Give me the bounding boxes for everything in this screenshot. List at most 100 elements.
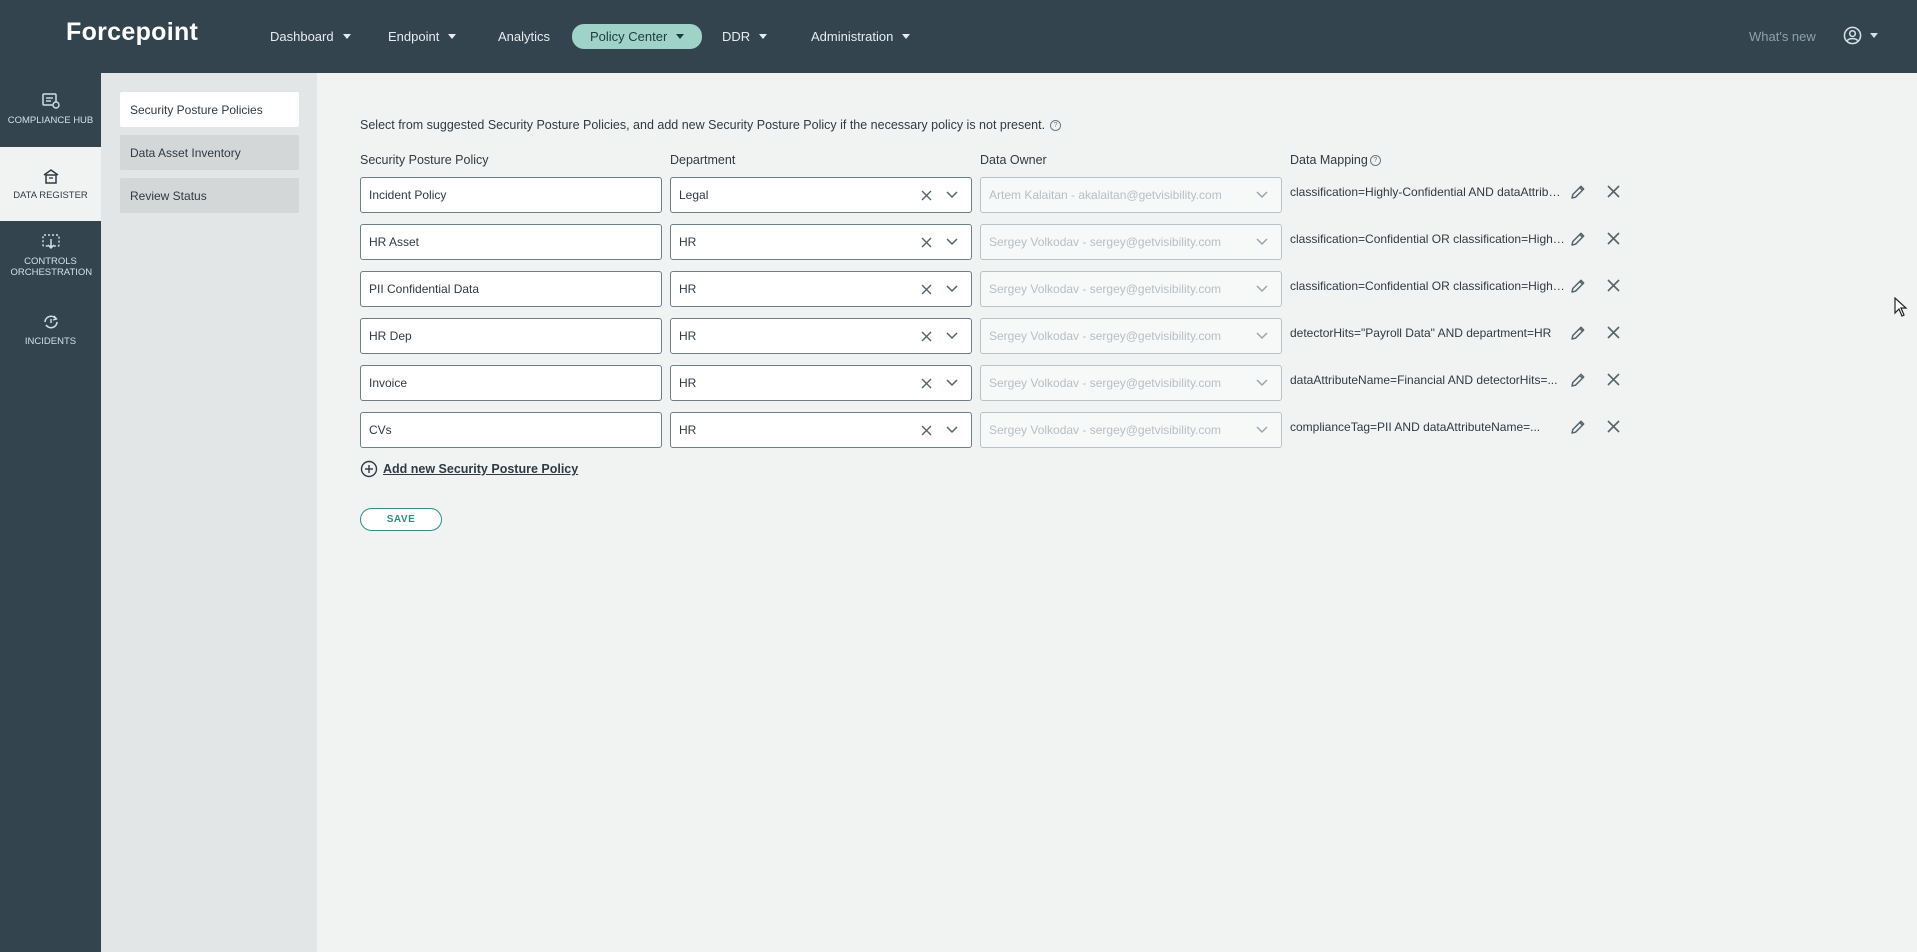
data-owner-value: Sergey Volkodav - sergey@getvisibility.c… (989, 376, 1222, 390)
add-new-policy-label: Add new Security Posture Policy (383, 462, 579, 476)
policy-name-input[interactable]: PII Confidential Data (360, 271, 662, 307)
subnav-security-posture-policies[interactable]: Security Posture Policies (120, 92, 299, 127)
rail-controls-orchestration[interactable]: CONTROLS ORCHESTRATION (0, 233, 101, 293)
delete-x-icon[interactable] (1606, 419, 1622, 435)
data-owner-select[interactable]: Sergey Volkodav - sergey@getvisibility.c… (980, 271, 1282, 307)
rail-incidents[interactable]: INCIDENTS (0, 313, 101, 358)
department-select[interactable]: HR (670, 318, 972, 354)
subnav-data-asset-inventory[interactable]: Data Asset Inventory (120, 135, 299, 170)
data-owner-value: Sergey Volkodav - sergey@getvisibility.c… (989, 282, 1222, 296)
data-owner-select[interactable]: Artem Kalaitan - akalaitan@getvisibility… (980, 177, 1282, 213)
compliance-hub-icon (41, 93, 60, 109)
department-value: HR (679, 282, 697, 296)
chevron-down-icon[interactable] (1255, 329, 1269, 343)
policy-name-input[interactable]: Invoice (360, 365, 662, 401)
data-mapping-value: classification=Confidential OR classific… (1290, 279, 1565, 293)
clear-icon[interactable] (919, 329, 933, 343)
chevron-down-icon[interactable] (1255, 282, 1269, 296)
nav-endpoint-label: Endpoint (388, 29, 440, 44)
data-owner-value: Sergey Volkodav - sergey@getvisibility.c… (989, 235, 1222, 249)
department-select[interactable]: HR (670, 224, 972, 260)
mouse-pointer-icon (1894, 297, 1908, 317)
chevron-down-icon[interactable] (1255, 376, 1269, 390)
save-button[interactable]: SAVE (360, 508, 442, 531)
policy-name-input[interactable]: Incident Policy (360, 177, 662, 213)
policy-name-value: HR Asset (369, 235, 420, 249)
chevron-down-icon[interactable] (945, 376, 959, 390)
rail-controls-orchestration-label: CONTROLS ORCHESTRATION (10, 256, 93, 278)
department-select[interactable]: Legal (670, 177, 972, 213)
department-value: HR (679, 376, 697, 390)
sub-sidebar: Security Posture Policies Data Asset Inv… (101, 73, 317, 952)
department-select[interactable]: HR (670, 365, 972, 401)
main-content: Select from suggested Security Posture P… (317, 73, 1917, 952)
delete-x-icon[interactable] (1606, 325, 1622, 341)
chevron-down-icon[interactable] (1255, 188, 1269, 202)
rail-data-register[interactable]: DATA REGISTER (0, 147, 101, 221)
nav-ddr[interactable]: DDR (722, 24, 768, 49)
clear-icon[interactable] (919, 188, 933, 202)
policy-name-input[interactable]: CVs (360, 412, 662, 448)
chevron-down-icon[interactable] (945, 329, 959, 343)
incidents-icon (43, 315, 58, 329)
table-row: Invoice HR Sergey Volkodav - sergey@getvis… (360, 365, 1660, 401)
delete-x-icon[interactable] (1606, 184, 1622, 200)
department-select[interactable]: HR (670, 271, 972, 307)
clear-icon[interactable] (919, 423, 933, 437)
delete-x-icon[interactable] (1606, 231, 1622, 247)
caret-down-icon (1870, 33, 1878, 38)
rail-compliance-hub-label: COMPLIANCE HUB (7, 115, 94, 126)
rail-compliance-hub[interactable]: COMPLIANCE HUB (0, 92, 101, 148)
chevron-down-icon[interactable] (945, 282, 959, 296)
data-owner-select[interactable]: Sergey Volkodav - sergey@getvisibility.c… (980, 318, 1282, 354)
data-mapping-value: dataAttributeName=Financial AND detector… (1290, 373, 1558, 387)
left-rail: COMPLIANCE HUB DATA REGISTER CONTROLS OR… (0, 73, 101, 952)
nav-analytics[interactable]: Analytics (498, 24, 550, 49)
chevron-down-icon[interactable] (1255, 235, 1269, 249)
edit-pencil-icon[interactable] (1569, 324, 1587, 342)
edit-pencil-icon[interactable] (1569, 277, 1587, 295)
data-owner-select[interactable]: Sergey Volkodav - sergey@getvisibility.c… (980, 412, 1282, 448)
data-owner-select[interactable]: Sergey Volkodav - sergey@getvisibility.c… (980, 224, 1282, 260)
edit-pencil-icon[interactable] (1569, 371, 1587, 389)
intro-text: Select from suggested Security Posture P… (360, 118, 1062, 132)
edit-pencil-icon[interactable] (1569, 230, 1587, 248)
add-new-policy-link[interactable]: Add new Security Posture Policy (360, 460, 578, 478)
chevron-down-icon[interactable] (1255, 423, 1269, 437)
logo: Forcepoint (66, 18, 199, 46)
chevron-down-icon[interactable] (945, 423, 959, 437)
subnav-review-status[interactable]: Review Status (120, 178, 299, 213)
nav-endpoint[interactable]: Endpoint (388, 24, 457, 49)
edit-pencil-icon[interactable] (1569, 418, 1587, 436)
data-owner-value: Artem Kalaitan - akalaitan@getvisibility… (989, 188, 1222, 202)
clear-icon[interactable] (919, 376, 933, 390)
whats-new-link[interactable]: What's new (1749, 29, 1816, 44)
nav-dashboard[interactable]: Dashboard (270, 24, 351, 49)
department-select[interactable]: HR (670, 412, 972, 448)
help-icon[interactable]: ? (1050, 119, 1062, 131)
data-owner-select[interactable]: Sergey Volkodav - sergey@getvisibility.c… (980, 365, 1282, 401)
policy-name-input[interactable]: HR Dep (360, 318, 662, 354)
data-register-icon (43, 169, 58, 184)
edit-pencil-icon[interactable] (1569, 183, 1587, 201)
delete-x-icon[interactable] (1606, 278, 1622, 294)
help-icon[interactable]: ? (1369, 154, 1381, 166)
caret-down-icon (342, 34, 351, 39)
user-menu[interactable] (1843, 26, 1878, 45)
intro-label: Select from suggested Security Posture P… (360, 118, 1046, 132)
caret-down-icon (676, 34, 685, 39)
department-value: HR (679, 329, 697, 343)
policy-name-input[interactable]: HR Asset (360, 224, 662, 260)
chevron-down-icon[interactable] (945, 188, 959, 202)
nav-administration[interactable]: Administration (811, 24, 911, 49)
delete-x-icon[interactable] (1606, 372, 1622, 388)
clear-icon[interactable] (919, 235, 933, 249)
nav-policy-center-label: Policy Center (590, 29, 668, 44)
rail-data-register-label: DATA REGISTER (13, 190, 88, 201)
clear-icon[interactable] (919, 282, 933, 296)
data-mapping-value: classification=Highly-Confidential AND d… (1290, 185, 1565, 199)
nav-policy-center[interactable]: Policy Center (572, 24, 703, 49)
table-row: PII Confidential Data HR Sergey Volkodav -… (360, 271, 1660, 307)
chevron-down-icon[interactable] (945, 235, 959, 249)
rail-incidents-label: INCIDENTS (24, 336, 77, 347)
